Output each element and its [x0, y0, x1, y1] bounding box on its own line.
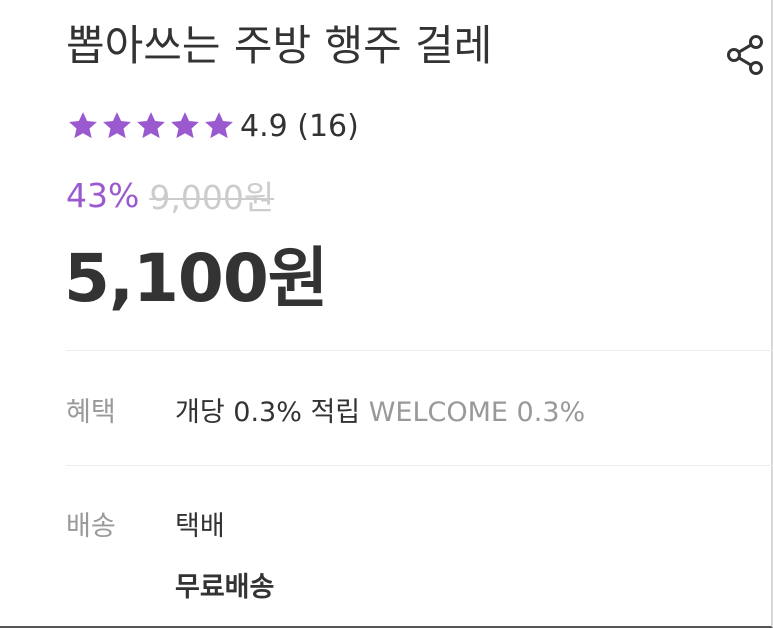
sale-price: 5,100원: [64, 240, 328, 317]
star-icon: [171, 112, 199, 139]
benefit-points: 개당 0.3% 적립: [175, 397, 361, 428]
rating-row[interactable]: 4.9 (16): [66, 104, 359, 148]
discount-row: 43% 9,000원: [66, 170, 274, 220]
share-button[interactable]: [716, 26, 773, 84]
discount-percent: 43%: [66, 175, 140, 215]
product-title: 뽑아쓰는 주방 행주 걸레: [66, 21, 493, 70]
rating-score: 4.9 (16): [240, 108, 359, 144]
delivery-label: 배송: [66, 511, 116, 542]
share-icon: [727, 35, 763, 75]
benefit-value: 개당 0.3% 적립 WELCOME 0.3%: [175, 390, 585, 429]
divider: [66, 350, 773, 351]
delivery-fee: 무료배송: [175, 572, 275, 603]
star-icon: [205, 112, 233, 139]
benefit-label: 혜택: [66, 397, 116, 428]
benefit-welcome: WELCOME 0.3%: [368, 397, 586, 428]
star-icon: [103, 112, 131, 139]
star-icon: [69, 112, 97, 139]
product-info-panel: 뽑아쓰는 주방 행주 걸레 4.9 (16) 43% 9,000원 5,100원…: [0, 0, 773, 628]
divider: [66, 465, 773, 466]
original-price: 9,000원: [149, 178, 275, 217]
delivery-method: 택배: [175, 511, 225, 542]
rating-stars: [66, 109, 236, 143]
star-icon: [137, 112, 165, 139]
